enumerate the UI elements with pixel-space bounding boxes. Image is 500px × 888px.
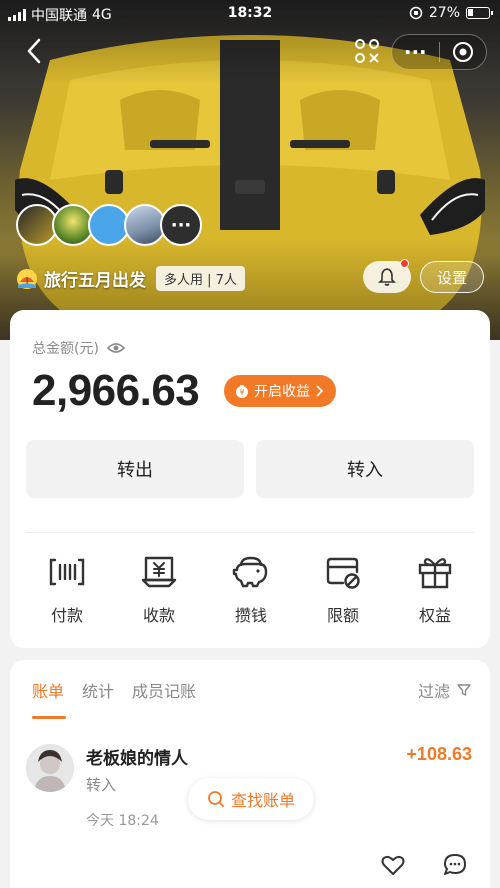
shortcut-grid: 付款 收款 攒钱 限额 权益: [10, 552, 490, 626]
transaction-amount: +108.63: [406, 744, 472, 764]
yuan-receipt-icon: [141, 556, 177, 588]
tab-bills[interactable]: 账单: [32, 678, 64, 702]
filter-label: 过滤: [417, 682, 450, 701]
shortcut-label: 攒钱: [234, 606, 267, 625]
coin-bag-icon: ¥: [236, 385, 248, 398]
shortcut-receive[interactable]: 收款: [113, 552, 205, 626]
shortcut-label: 付款: [50, 606, 83, 625]
gift-icon: [418, 558, 452, 589]
total-amount: 2,966.63: [32, 366, 200, 415]
search-icon: [208, 791, 224, 807]
transaction-name[interactable]: 老板娘的情人: [86, 744, 188, 769]
status-right: 27%: [409, 5, 493, 21]
group-name: 旅行五月出发: [44, 271, 146, 291]
bills-tabs: 账单 统计 成员记账: [32, 678, 196, 702]
eye-icon[interactable]: [106, 341, 125, 355]
close-mini-program-button[interactable]: [439, 41, 486, 63]
transfer-out-button[interactable]: 转出: [26, 440, 244, 498]
transaction-time: 今天 18:24: [86, 813, 159, 829]
filter-icon: [457, 684, 471, 696]
mini-program-capsule: ···: [391, 34, 487, 70]
shortcut-label: 收款: [142, 606, 175, 625]
settings-button[interactable]: 设置: [420, 261, 484, 293]
shortcut-benefits[interactable]: 权益: [389, 552, 481, 626]
transfer-in-button[interactable]: 转入: [256, 440, 474, 498]
user-avatar-image: [26, 744, 74, 792]
transaction-avatar: [26, 744, 74, 792]
total-amount-label: 总金额(元): [32, 341, 99, 357]
transaction-type: 转入: [86, 776, 117, 794]
shortcut-limit[interactable]: 限额: [297, 552, 389, 626]
filter-button[interactable]: 过滤: [418, 678, 472, 702]
shortcut-save[interactable]: 攒钱: [205, 552, 297, 626]
battery-icon: [466, 7, 493, 19]
enable-earnings-button[interactable]: ¥ 开启收益: [224, 375, 336, 407]
status-bar: 中国联通 4G 18:32 27%: [0, 0, 500, 28]
barcode-pay-icon: [49, 558, 85, 586]
find-bill-button[interactable]: 查找账单: [188, 778, 314, 820]
close-target-icon: [452, 42, 473, 62]
more-members-button[interactable]: ···: [160, 204, 202, 246]
battery-percent: 27%: [428, 5, 460, 21]
chevron-right-icon: [316, 385, 324, 397]
card-divider: [26, 532, 474, 533]
tab-member-bookkeeping[interactable]: 成员记账: [132, 678, 196, 702]
shortcut-label: 权益: [418, 606, 451, 625]
active-tab-underline: [32, 716, 66, 719]
heart-icon[interactable]: [380, 852, 406, 878]
bell-icon: [378, 268, 396, 286]
balance-card: 总金额(元) 2,966.63 ¥ 开启收益 转出 转入 付款 收款 攒钱 限额…: [10, 310, 490, 648]
group-info: 旅行五月出发 多人用 | 7人: [16, 266, 245, 291]
svg-text:¥: ¥: [239, 388, 244, 397]
enable-earnings-label: 开启收益: [254, 384, 310, 400]
comment-icon[interactable]: [442, 852, 468, 878]
member-avatars[interactable]: ···: [16, 204, 202, 246]
orientation-lock-icon: [409, 6, 423, 20]
travel-beach-icon: [17, 268, 37, 289]
tab-statistics[interactable]: 统计: [82, 678, 114, 702]
total-amount-label-row: 总金额(元): [32, 338, 125, 358]
scan-icon[interactable]: [352, 36, 382, 66]
shortcut-label: 限额: [326, 606, 359, 625]
bills-card: 账单 统计 成员记账 过滤 老板娘的情人 转入 今天 18:24 +108.63…: [10, 660, 490, 888]
more-button[interactable]: ···: [392, 37, 439, 67]
piggy-bank-icon: [232, 556, 268, 588]
group-member-tag: 多人用 | 7人: [156, 266, 245, 291]
back-button[interactable]: [20, 36, 50, 66]
notification-dot: [400, 259, 409, 268]
card-limit-icon: [326, 557, 360, 589]
shortcut-pay[interactable]: 付款: [21, 552, 113, 626]
find-bill-label: 查找账单: [230, 791, 295, 810]
notification-button[interactable]: [363, 259, 411, 293]
